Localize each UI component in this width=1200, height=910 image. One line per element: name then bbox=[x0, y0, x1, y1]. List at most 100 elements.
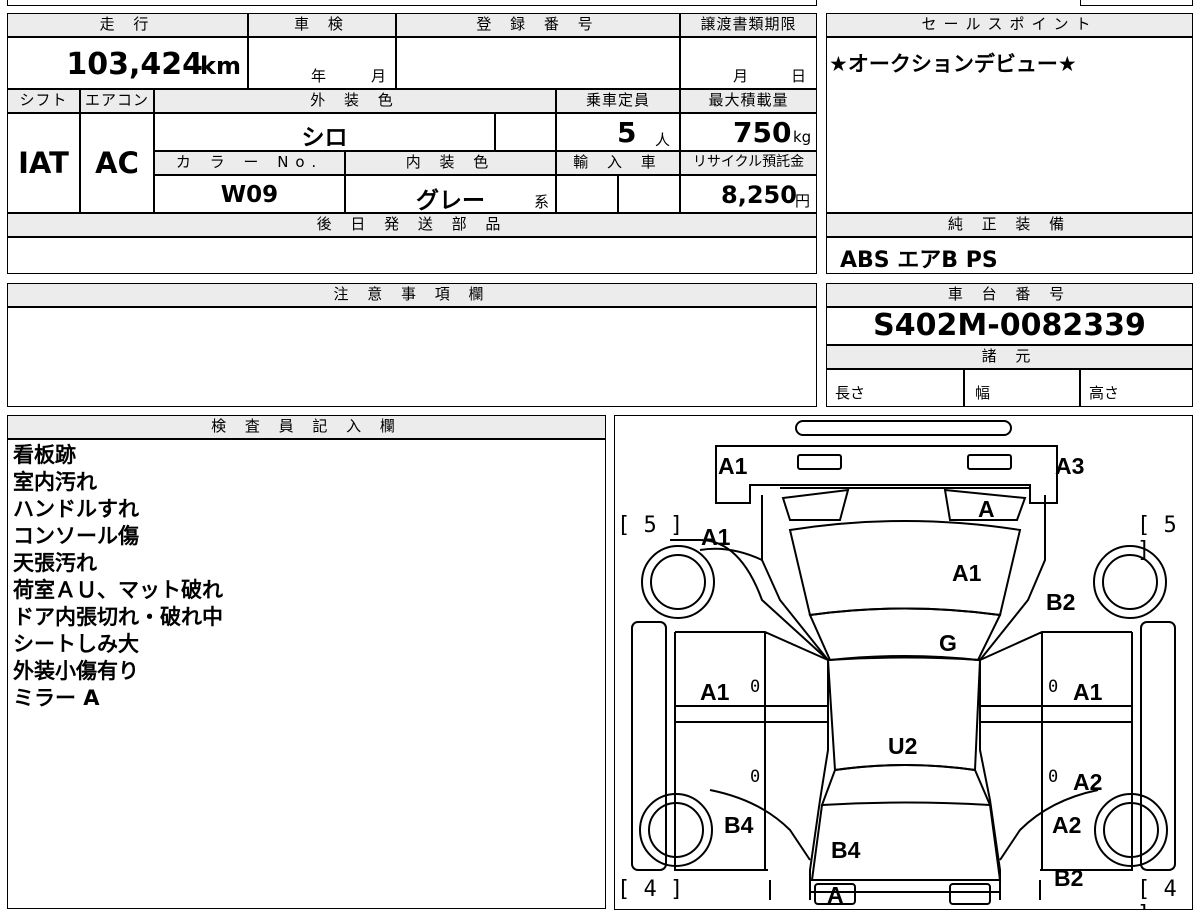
chassis-no-value: S402M-0082339 bbox=[873, 308, 1146, 343]
exterior-color-extra-cell bbox=[495, 113, 556, 151]
top-row-strip bbox=[7, 0, 817, 6]
chassis-no-header: 車 台 番 号 bbox=[826, 283, 1193, 307]
exterior-color-header: 外 装 色 bbox=[154, 89, 556, 113]
interior-color-value: グレー bbox=[416, 188, 485, 214]
shaken-month-unit: 月 bbox=[371, 67, 387, 85]
recycle-header: リサイクル預託金 bbox=[680, 151, 817, 175]
sales-point-text: ★オークションデビュー★ bbox=[829, 52, 1077, 76]
shaken-header: 車 検 bbox=[248, 13, 396, 37]
label-right-rear-door: A2 bbox=[1073, 769, 1103, 795]
notes-field-header: 注 意 事 項 欄 bbox=[7, 283, 817, 307]
inspector-notes-panel: 看板跡 室内汚れ ハンドルすれ コンソール傷 天張汚れ 荷室ＡＵ、マット破れ ド… bbox=[7, 439, 606, 909]
chassis-no-cell: S402M-0082339 bbox=[826, 307, 1193, 345]
inspector-note: 看板跡 bbox=[13, 443, 76, 467]
mileage-unit: km bbox=[200, 52, 241, 80]
aircon-cell: AC bbox=[80, 113, 154, 213]
inspector-note: ドア内張切れ・破れ中 bbox=[13, 605, 223, 629]
tire-rear-right: [ 4 ] bbox=[1137, 877, 1177, 909]
mileage-cell: 103,424 km bbox=[7, 37, 248, 89]
specs-height-label: 高さ bbox=[1089, 384, 1120, 402]
mileage-value: 103,424 bbox=[66, 47, 203, 82]
transfer-day-unit: 日 bbox=[791, 67, 807, 85]
specs-width-cell: 幅 bbox=[964, 369, 1080, 407]
color-no-value: W09 bbox=[220, 182, 279, 208]
interior-color-suffix: 系 bbox=[534, 193, 550, 211]
transfer-deadline-cell: 月 日 bbox=[680, 37, 817, 89]
zero-mark: 0 bbox=[1048, 677, 1059, 697]
label-left-front-door: A1 bbox=[700, 679, 730, 705]
label-left-rear: B4 bbox=[724, 812, 754, 838]
standard-equipment-cell: ABS エアB PS bbox=[826, 237, 1193, 274]
label-roof: U2 bbox=[888, 733, 918, 759]
inspector-note: ミラー A bbox=[13, 686, 100, 710]
registration-cell bbox=[396, 37, 680, 89]
color-no-header: カ ラ ー No. bbox=[154, 151, 345, 175]
specs-length-label: 長さ bbox=[835, 384, 866, 402]
interior-color-cell: グレー 系 bbox=[345, 175, 556, 214]
notes-field-cell bbox=[7, 307, 817, 407]
label-right-fender: B2 bbox=[1046, 589, 1076, 615]
inspector-note: コンソール傷 bbox=[13, 524, 139, 548]
recycle-unit: 円 bbox=[795, 192, 811, 210]
inspector-note: 室内汚れ bbox=[13, 470, 97, 494]
import-header: 輸 入 車 bbox=[556, 151, 680, 175]
label-rear-right: B2 bbox=[1054, 865, 1084, 891]
label-rear-bottom: A bbox=[827, 882, 844, 908]
specs-width-label: 幅 bbox=[975, 384, 991, 402]
aircon-value: AC bbox=[95, 146, 139, 180]
later-parts-cell bbox=[7, 237, 817, 274]
max-load-unit: kg bbox=[793, 128, 812, 146]
capacity-unit: 人 bbox=[655, 131, 671, 149]
label-hood: A1 bbox=[952, 560, 982, 586]
mileage-header: 走 行 bbox=[7, 13, 248, 37]
standard-equipment-header: 純 正 装 備 bbox=[826, 213, 1193, 237]
import-cell-left bbox=[556, 175, 618, 213]
inspector-note: 荷室ＡＵ、マット破れ bbox=[13, 578, 223, 602]
inspector-note: 外装小傷有り bbox=[13, 659, 139, 683]
capacity-cell: 5 人 bbox=[556, 113, 680, 151]
top-row-strip-right bbox=[1080, 0, 1193, 6]
aircon-header: エアコン bbox=[80, 89, 154, 113]
label-roof-front: G bbox=[939, 630, 957, 656]
recycle-cell: 8,250 円 bbox=[680, 175, 817, 213]
label-right-front-door: A1 bbox=[1073, 679, 1103, 705]
inspector-header: 検 査 員 記 入 欄 bbox=[7, 415, 606, 439]
shift-cell: IAT bbox=[7, 113, 80, 213]
max-load-header: 最大積載量 bbox=[680, 89, 817, 113]
specs-height-cell: 高さ bbox=[1080, 369, 1193, 407]
car-diagram-svg bbox=[631, 420, 1176, 905]
label-left-fender: A1 bbox=[701, 524, 731, 550]
transfer-deadline-header: 譲渡書類期限 bbox=[680, 13, 817, 37]
transfer-month-unit: 月 bbox=[733, 67, 749, 85]
car-diagram-panel: A1 A3 A A1 A1 B2 G A1 A1 U2 A2 B4 A2 B4 … bbox=[614, 415, 1193, 910]
inspector-note: シートしみ大 bbox=[13, 632, 139, 656]
later-parts-header: 後 日 発 送 部 品 bbox=[7, 213, 817, 237]
recycle-value: 8,250 bbox=[721, 181, 797, 209]
label-windshield-right: A bbox=[978, 496, 995, 522]
label-front-left: A1 bbox=[718, 453, 748, 479]
max-load-value: 750 bbox=[733, 116, 792, 149]
max-load-cell: 750 kg bbox=[680, 113, 817, 151]
zero-mark: 0 bbox=[1048, 767, 1059, 787]
label-right-quarter: A2 bbox=[1052, 812, 1082, 838]
shift-header: シフト bbox=[7, 89, 80, 113]
shaken-year-unit: 年 bbox=[311, 67, 327, 85]
inspector-note: ハンドルすれ bbox=[13, 497, 139, 521]
capacity-value: 5 bbox=[617, 116, 637, 149]
capacity-header: 乗車定員 bbox=[556, 89, 680, 113]
tire-front-left: [ 5 ] bbox=[617, 513, 684, 538]
interior-color-header: 内 装 色 bbox=[345, 151, 556, 175]
sales-point-header: セールスポイント bbox=[826, 13, 1193, 37]
sales-point-cell: ★オークションデビュー★ bbox=[826, 37, 1193, 213]
label-front-right: A3 bbox=[1055, 453, 1085, 479]
exterior-color-value: シロ bbox=[301, 125, 348, 151]
standard-equipment-value: ABS エアB PS bbox=[840, 248, 998, 273]
registration-header: 登 録 番 号 bbox=[396, 13, 680, 37]
zero-mark: 0 bbox=[750, 767, 761, 787]
label-cargo: B4 bbox=[831, 837, 861, 863]
tire-front-right: [ 5 ] bbox=[1137, 513, 1177, 563]
specs-header: 諸 元 bbox=[826, 345, 1193, 369]
exterior-color-cell: シロ bbox=[154, 113, 495, 151]
zero-mark: 0 bbox=[750, 677, 761, 697]
shaken-cell: 年 月 bbox=[248, 37, 396, 89]
